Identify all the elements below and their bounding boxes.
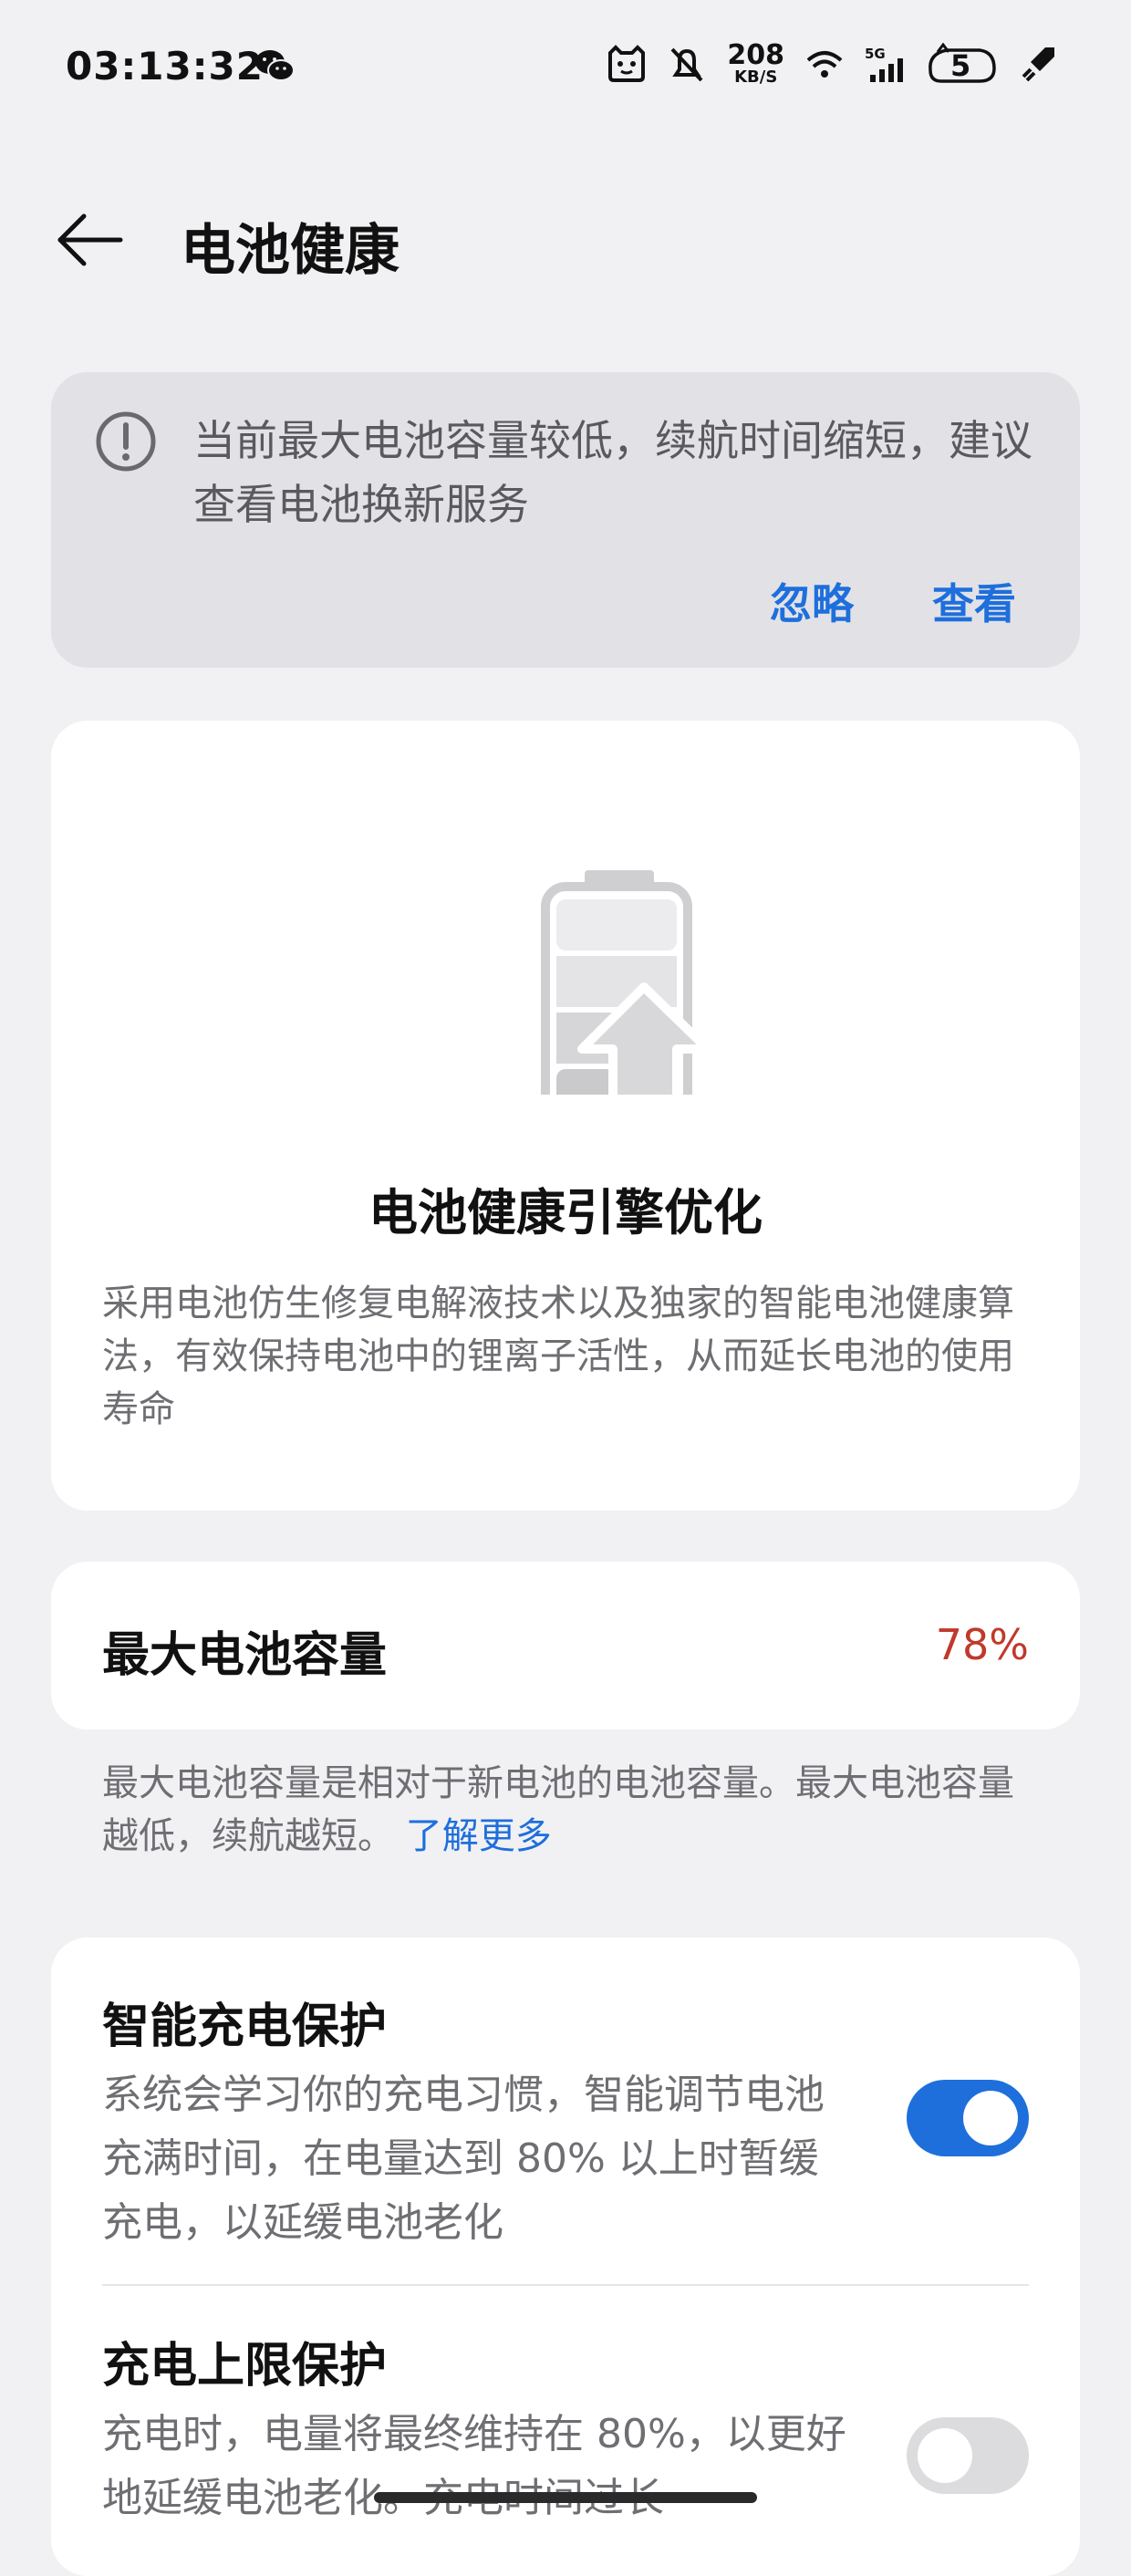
network-speed-value: 208 [727, 39, 784, 71]
setting-description: 充电时，电量将最终维持在 80%，以更好地延缓电池老化。充电时间过长 [102, 2411, 846, 2521]
setting-title: 智能充电保护 [102, 2000, 388, 2054]
signal-5g-icon: 5G [865, 46, 903, 82]
wifi-icon [806, 51, 843, 78]
back-arrow-icon [57, 213, 123, 266]
network-type-label: 5G [865, 46, 886, 62]
battery-upgrade-icon [541, 870, 712, 1095]
page-title: 电池健康 [181, 219, 399, 283]
status-bar: 03:13:32 208 KB/S 5G 5 [0, 0, 1131, 128]
battery-engine-card: 电池健康引擎优化 采用电池仿生修复电解液技术以及独家的智能电池健康算法，有效保持… [51, 721, 1080, 1511]
toggle-knob [918, 2428, 972, 2483]
setting-title: 充电上限保护 [102, 2339, 388, 2394]
alert-message: 当前最大电池容量较低，续航时间缩短，建议查看电池换新服务 [193, 416, 1032, 529]
view-button[interactable]: 查看 [932, 571, 1016, 631]
smart-charging-toggle[interactable] [907, 2080, 1029, 2156]
status-icons: 208 KB/S 5G 5 [607, 42, 1058, 86]
wechat-icon [255, 50, 295, 81]
toggle-knob [963, 2091, 1018, 2145]
pet-badge-icon: 5 [925, 42, 998, 85]
ignore-button[interactable]: 忽略 [770, 571, 854, 631]
back-button[interactable] [51, 208, 128, 272]
status-time: 03:13:32 [66, 44, 264, 88]
max-capacity-card[interactable]: 最大电池容量 78% [51, 1562, 1080, 1729]
capacity-note: 最大电池容量是相对于新电池的电池容量。最大电池容量越低，续航越短。 了解更多 [102, 1757, 1032, 1863]
charging-settings-card: 智能充电保护 系统会学习你的充电习惯，智能调节电池充满时间，在电量达到 80% … [51, 1937, 1080, 2576]
bell-off-icon [670, 47, 703, 82]
cat-face-icon [608, 45, 646, 82]
battery-alert-card: 当前最大电池容量较低，续航时间缩短，建议查看电池换新服务 忽略 查看 [51, 372, 1080, 668]
capacity-note-text: 最大电池容量是相对于新电池的电池容量。最大电池容量越低，续航越短。 [102, 1762, 1014, 1857]
capacity-label: 最大电池容量 [102, 1628, 388, 1683]
learn-more-link[interactable]: 了解更多 [406, 1815, 552, 1857]
smart-charging-row[interactable]: 智能充电保护 系统会学习你的充电习惯，智能调节电池充满时间，在电量达到 80% … [102, 1992, 1029, 2255]
page-header: 电池健康 [0, 182, 1131, 301]
network-speed-unit: KB/S [734, 68, 778, 87]
rocket-icon [1022, 47, 1054, 82]
engine-title: 电池健康引擎优化 [368, 1184, 763, 1241]
divider [102, 2284, 1029, 2286]
home-indicator[interactable] [374, 2492, 757, 2503]
engine-description: 采用电池仿生修复电解液技术以及独家的智能电池健康算法，有效保持电池中的锂离子活性… [102, 1283, 1014, 1430]
charge-limit-toggle[interactable] [907, 2417, 1029, 2494]
network-speed: 208 KB/S [727, 42, 784, 86]
warning-icon [96, 411, 156, 472]
capacity-value: 78% [935, 1620, 1029, 1669]
setting-description: 系统会学习你的充电习惯，智能调节电池充满时间，在电量达到 80% 以上时暂缓充电… [102, 2072, 825, 2246]
badge-number: 5 [950, 48, 971, 83]
